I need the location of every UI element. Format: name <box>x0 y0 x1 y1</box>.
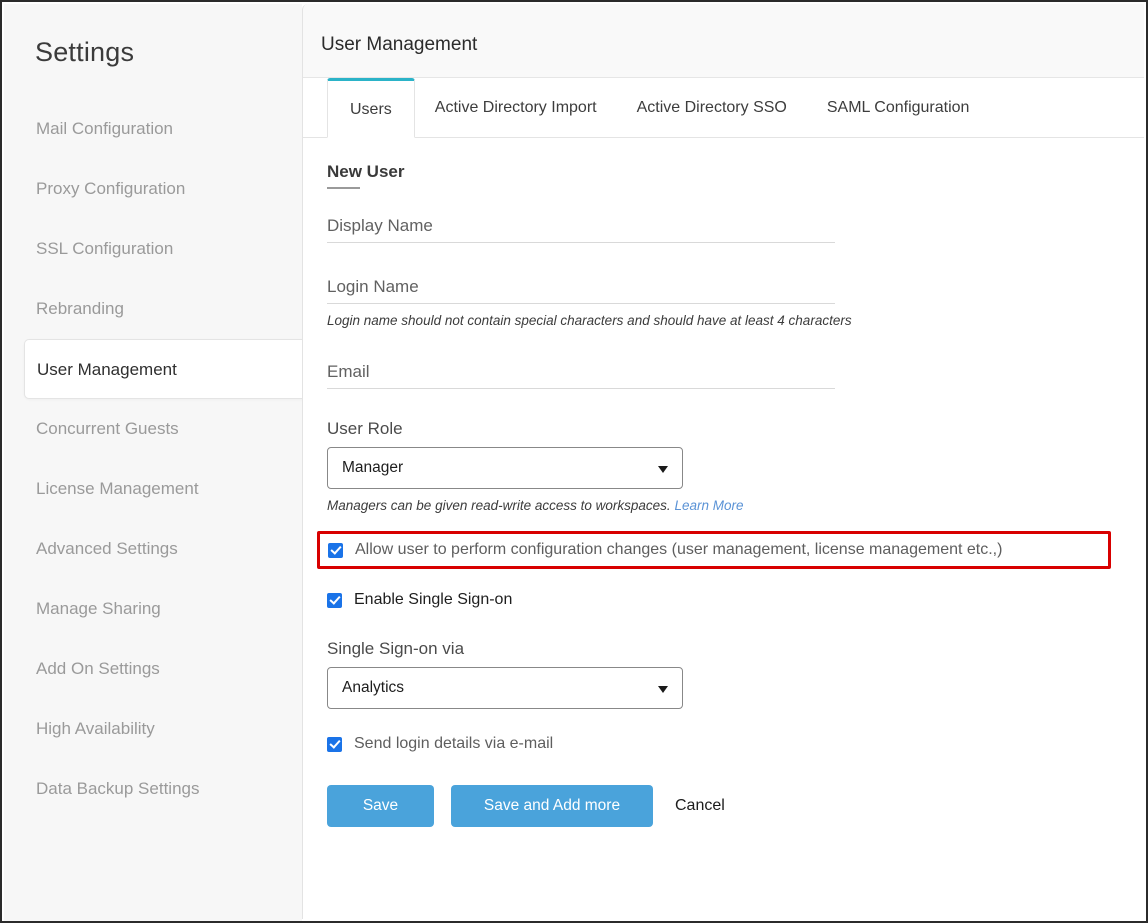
sidebar-item-add-on-settings[interactable]: Add On Settings <box>4 639 302 699</box>
tab-label: Users <box>350 101 392 118</box>
user-role-select[interactable]: Manager <box>327 447 683 489</box>
config-changes-highlight: Allow user to perform configuration chan… <box>317 531 1111 569</box>
allow-config-changes-checkbox[interactable] <box>328 543 343 558</box>
chevron-down-icon <box>658 466 668 473</box>
sidebar-item-concurrent-guests[interactable]: Concurrent Guests <box>4 399 302 459</box>
sidebar-item-proxy-configuration[interactable]: Proxy Configuration <box>4 159 302 219</box>
sidebar-item-label: Data Backup Settings <box>36 779 199 798</box>
login-name-hint: Login name should not contain special ch… <box>327 313 1120 328</box>
enable-sso-checkbox[interactable] <box>327 593 342 608</box>
user-role-hint-text: Managers can be given read-write access … <box>327 498 671 513</box>
sidebar-item-label: High Availability <box>36 719 155 738</box>
sidebar-item-label: License Management <box>36 479 199 498</box>
sidebar-item-label: Rebranding <box>36 299 124 318</box>
sso-via-value: Analytics <box>342 668 404 708</box>
display-name-field[interactable]: Display Name <box>327 216 835 243</box>
sidebar-item-license-management[interactable]: License Management <box>4 459 302 519</box>
sso-via-label: Single Sign-on via <box>327 639 1120 659</box>
settings-sidebar: Settings Mail Configuration Proxy Config… <box>4 4 302 923</box>
form-section-title: New User <box>327 162 404 182</box>
sidebar-item-label: Concurrent Guests <box>36 419 179 438</box>
tab-label: Active Directory Import <box>435 99 597 116</box>
email-underline <box>327 388 835 389</box>
login-name-field[interactable]: Login Name <box>327 277 835 304</box>
user-role-value: Manager <box>342 448 403 488</box>
allow-config-changes-row[interactable]: Allow user to perform configuration chan… <box>328 541 1100 559</box>
sidebar-item-high-availability[interactable]: High Availability <box>4 699 302 759</box>
form-actions: Save Save and Add more Cancel <box>327 785 1120 827</box>
sidebar-item-label: SSL Configuration <box>36 239 173 258</box>
enable-sso-row[interactable]: Enable Single Sign-on <box>327 591 1120 609</box>
email-label: Email <box>327 362 835 388</box>
sidebar-item-data-backup-settings[interactable]: Data Backup Settings <box>4 759 302 819</box>
enable-sso-label: Enable Single Sign-on <box>354 591 512 609</box>
new-user-form: New User Display Name Login Name Login n… <box>303 138 1144 827</box>
user-role-hint: Managers can be given read-write access … <box>327 498 1120 513</box>
sidebar-nav-list: Mail Configuration Proxy Configuration S… <box>4 99 302 819</box>
tab-label: SAML Configuration <box>827 99 970 116</box>
sidebar-item-label: Advanced Settings <box>36 539 178 558</box>
panel-header: User Management <box>303 4 1144 78</box>
save-and-add-more-button[interactable]: Save and Add more <box>451 785 653 827</box>
sidebar-item-mail-configuration[interactable]: Mail Configuration <box>4 99 302 159</box>
send-login-details-row[interactable]: Send login details via e-mail <box>327 735 1120 753</box>
send-login-details-label: Send login details via e-mail <box>354 735 553 753</box>
tab-bar: Users Active Directory Import Active Dir… <box>303 78 1144 138</box>
sidebar-item-label: User Management <box>37 360 177 379</box>
page-title: User Management <box>321 34 477 56</box>
display-name-label: Display Name <box>327 216 835 242</box>
allow-config-changes-label: Allow user to perform configuration chan… <box>355 541 1002 559</box>
tab-active-directory-sso[interactable]: Active Directory SSO <box>617 78 807 138</box>
learn-more-link[interactable]: Learn More <box>674 498 743 513</box>
settings-window: Settings Mail Configuration Proxy Config… <box>0 0 1148 923</box>
sidebar-item-label: Add On Settings <box>36 659 160 678</box>
chevron-down-icon <box>658 686 668 693</box>
tab-saml-configuration[interactable]: SAML Configuration <box>807 78 990 138</box>
email-field[interactable]: Email <box>327 362 835 389</box>
tab-label: Active Directory SSO <box>637 99 787 116</box>
user-role-label: User Role <box>327 419 1120 439</box>
display-name-underline <box>327 242 835 243</box>
sidebar-item-user-management[interactable]: User Management <box>24 339 324 399</box>
sidebar-item-label: Manage Sharing <box>36 599 161 618</box>
main-panel: User Management Users Active Directory I… <box>302 4 1144 919</box>
save-button[interactable]: Save <box>327 785 434 827</box>
tab-users[interactable]: Users <box>327 78 415 138</box>
sso-via-select[interactable]: Analytics <box>327 667 683 709</box>
send-login-details-checkbox[interactable] <box>327 737 342 752</box>
sidebar-item-ssl-configuration[interactable]: SSL Configuration <box>4 219 302 279</box>
sidebar-item-label: Mail Configuration <box>36 119 173 138</box>
tab-active-directory-import[interactable]: Active Directory Import <box>415 78 617 138</box>
login-name-underline <box>327 303 835 304</box>
sidebar-title: Settings <box>35 37 134 68</box>
sidebar-item-label: Proxy Configuration <box>36 179 185 198</box>
sidebar-item-manage-sharing[interactable]: Manage Sharing <box>4 579 302 639</box>
sidebar-item-rebranding[interactable]: Rebranding <box>4 279 302 339</box>
sidebar-item-advanced-settings[interactable]: Advanced Settings <box>4 519 302 579</box>
cancel-button[interactable]: Cancel <box>675 797 725 815</box>
login-name-label: Login Name <box>327 277 835 303</box>
